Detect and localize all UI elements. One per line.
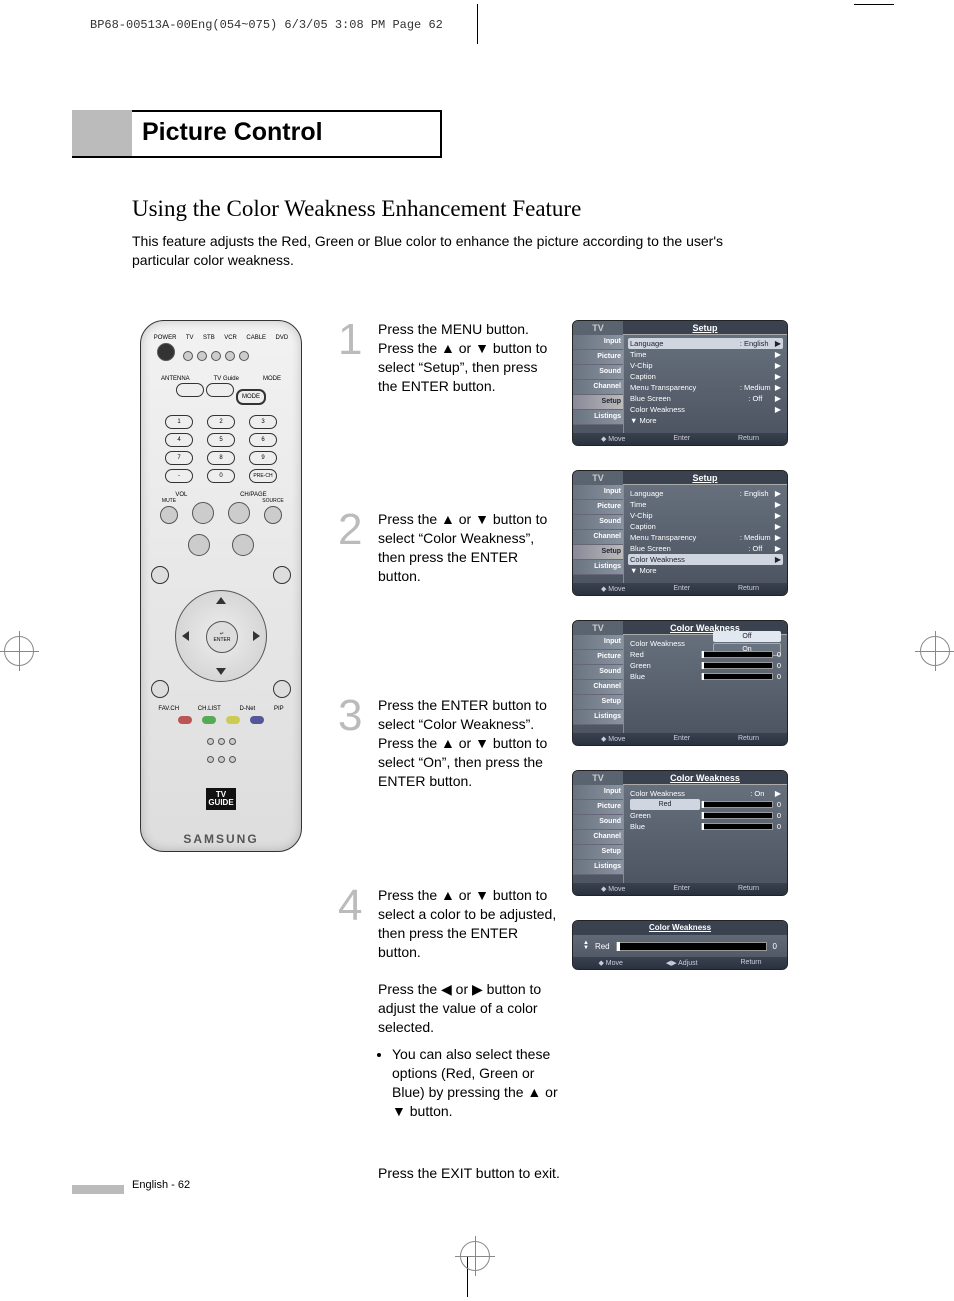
subheading: Using the Color Weakness Enhancement Fea…: [132, 196, 581, 222]
registration-mark: [920, 636, 950, 666]
page-number: English - 62: [132, 1179, 190, 1191]
step-number-4: 4: [338, 886, 378, 926]
remote-illustration: POWERTVSTBVCRCABLEDVD ANTENNATV GuideMOD…: [140, 320, 302, 852]
exit-instruction: Press the EXIT button to exit.: [378, 1165, 788, 1181]
section-title-bar: Picture Control: [72, 110, 442, 158]
step-text-2: Press the ▲ or ▼ button to select “Color…: [378, 510, 560, 586]
step-number-3: 3: [338, 696, 378, 736]
intro-paragraph: This feature adjusts the Red, Green or B…: [132, 232, 772, 270]
osd-screenshot-2: TVSetup Input Picture Sound Channel Setu…: [572, 470, 788, 596]
osd-screenshot-3: TVColor Weakness Input Picture Sound Cha…: [572, 620, 788, 746]
registration-mark: [4, 636, 34, 666]
brand-logo: SAMSUNG: [141, 832, 301, 846]
osd-screenshot-4: TVColor Weakness Input Picture Sound Cha…: [572, 770, 788, 896]
step-text-1: Press the MENU button. Press the ▲ or ▼ …: [378, 320, 560, 396]
osd-screenshot-1: TVSetup Input Picture Sound Channel Setu…: [572, 320, 788, 446]
page-number-bar: [72, 1185, 124, 1194]
step-text-4: Press the ▲ or ▼ button to select a colo…: [378, 886, 560, 1125]
tv-guide-logo: TVGUIDE: [206, 788, 236, 810]
remote-dpad: ↵ENTER: [175, 590, 267, 682]
registration-mark: [460, 1241, 490, 1271]
section-title: Picture Control: [132, 110, 442, 156]
step-number-2: 2: [338, 510, 378, 550]
print-header: BP68-00513A-00Eng(054~075) 6/3/05 3:08 P…: [90, 18, 443, 32]
osd-screenshot-5-mini: Color Weakness ▲▼ Red 0 ◆ Move◀▶ AdjustR…: [572, 920, 788, 970]
step-number-1: 1: [338, 320, 378, 360]
step-text-3: Press the ENTER button to select “Color …: [378, 696, 560, 790]
